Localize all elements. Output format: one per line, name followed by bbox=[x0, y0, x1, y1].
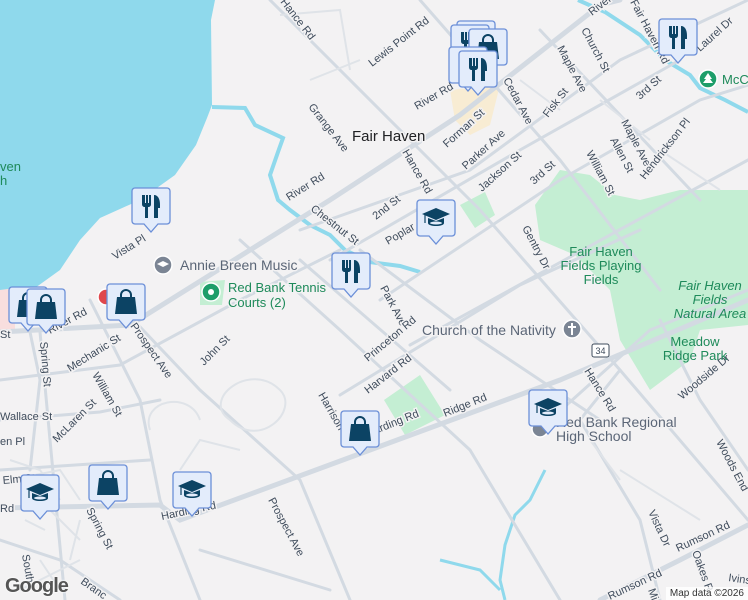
town-label-fair-haven: Fair Haven bbox=[352, 128, 425, 145]
poi-label: Fair Haven bbox=[678, 278, 742, 293]
poi-label: Annie Breen Music bbox=[180, 257, 298, 273]
poi-label: Ridge Park bbox=[663, 348, 728, 363]
poi-label: ven bbox=[0, 159, 21, 174]
poi-label: Fields bbox=[584, 272, 619, 287]
poi-label: Natural Area bbox=[674, 306, 747, 321]
poi-label: h bbox=[0, 173, 7, 188]
poi-label: Church of the Nativity bbox=[422, 322, 556, 338]
poi-label: High School bbox=[556, 428, 632, 444]
route-number: 34 bbox=[595, 346, 605, 356]
street-label: St bbox=[0, 329, 10, 341]
street-label: Wallace St bbox=[0, 411, 52, 423]
poi-label: McC bbox=[722, 72, 748, 87]
poi-label: Fields Playing bbox=[561, 258, 642, 273]
poi-label: Courts (2) bbox=[228, 295, 286, 310]
poi-meadow-ridge-park[interactable]: Meadow Ridge Park bbox=[663, 334, 728, 363]
poi-label: Meadow bbox=[670, 334, 720, 349]
poi-label: Fields bbox=[693, 292, 728, 307]
poi-mcc[interactable]: McC bbox=[698, 69, 748, 89]
map-canvas[interactable]: Fair Haven Hance Rd Lewis Point Rd River… bbox=[0, 0, 748, 600]
poi-label: Fair Haven bbox=[569, 244, 633, 259]
map-attribution[interactable]: Map data ©2026 bbox=[665, 587, 748, 600]
route-34-shield: 34 bbox=[591, 343, 610, 358]
google-logo[interactable]: Google bbox=[5, 575, 69, 598]
street-label: en Pl bbox=[0, 436, 25, 448]
park-dot-icon bbox=[208, 289, 214, 295]
poi-label: Red Bank Tennis bbox=[228, 280, 327, 295]
street-label: Rd bbox=[0, 503, 14, 515]
